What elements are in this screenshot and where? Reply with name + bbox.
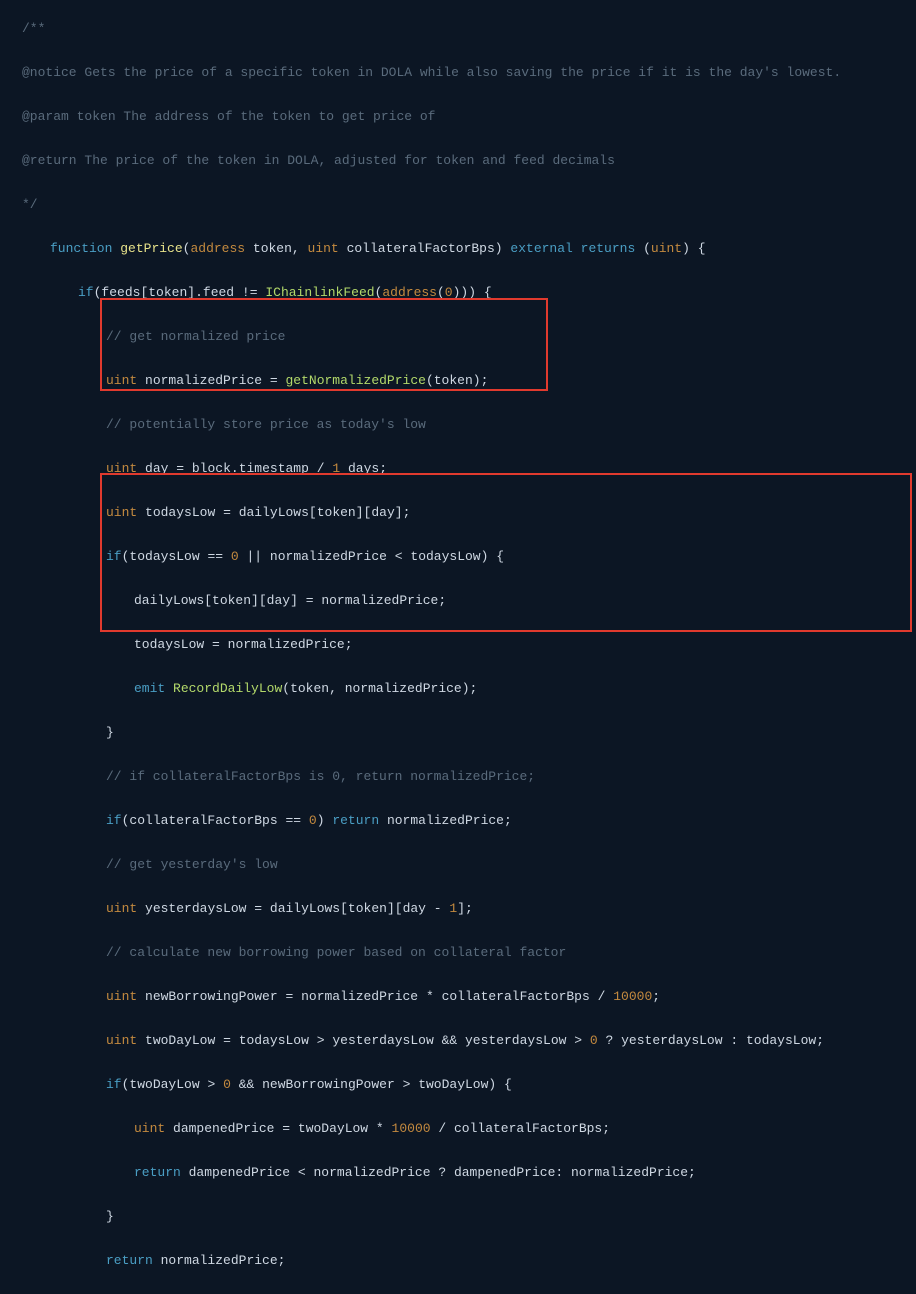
brace-close: } [22, 722, 898, 744]
stmt-dampened: uint dampenedPrice = twoDayLow * 10000 /… [22, 1118, 898, 1140]
doc-comment: /** [22, 18, 898, 40]
if-twodaylow: if(twoDayLow > 0 && newBorrowingPower > … [22, 1074, 898, 1096]
if-todayslow: if(todaysLow == 0 || normalizedPrice < t… [22, 546, 898, 568]
doc-comment: @return The price of the token in DOLA, … [22, 150, 898, 172]
code: /** @notice Gets the price of a specific… [22, 18, 898, 1294]
doc-comment: */ [22, 194, 898, 216]
comment: // if collateralFactorBps is 0, return n… [22, 766, 898, 788]
fn-decl: function getPrice(address token, uint co… [22, 238, 898, 260]
stmt-emit: emit RecordDailyLow(token, normalizedPri… [22, 678, 898, 700]
code-block: /** @notice Gets the price of a specific… [22, 18, 898, 1294]
stmt-twodaylow: uint twoDayLow = todaysLow > yesterdaysL… [22, 1030, 898, 1052]
doc-comment: @param token The address of the token to… [22, 106, 898, 128]
if-feed: if(feeds[token].feed != IChainlinkFeed(a… [22, 282, 898, 304]
stmt-todayslow: uint todaysLow = dailyLows[token][day]; [22, 502, 898, 524]
stmt-set-todayslow: todaysLow = normalizedPrice; [22, 634, 898, 656]
stmt-newborrow: uint newBorrowingPower = normalizedPrice… [22, 986, 898, 1008]
stmt-return-norm: return normalizedPrice; [22, 1250, 898, 1272]
comment: // get yesterday's low [22, 854, 898, 876]
stmt-return-damp: return dampenedPrice < normalizedPrice ?… [22, 1162, 898, 1184]
comment: // calculate new borrowing power based o… [22, 942, 898, 964]
if-cfbps-zero: if(collateralFactorBps == 0) return norm… [22, 810, 898, 832]
stmt-set-dailylows: dailyLows[token][day] = normalizedPrice; [22, 590, 898, 612]
stmt-normprice: uint normalizedPrice = getNormalizedPric… [22, 370, 898, 392]
comment: // get normalized price [22, 326, 898, 348]
stmt-day: uint day = block.timestamp / 1 days; [22, 458, 898, 480]
stmt-yesterdays: uint yesterdaysLow = dailyLows[token][da… [22, 898, 898, 920]
comment: // potentially store price as today's lo… [22, 414, 898, 436]
doc-comment: @notice Gets the price of a specific tok… [22, 62, 898, 84]
brace-close: } [22, 1206, 898, 1228]
